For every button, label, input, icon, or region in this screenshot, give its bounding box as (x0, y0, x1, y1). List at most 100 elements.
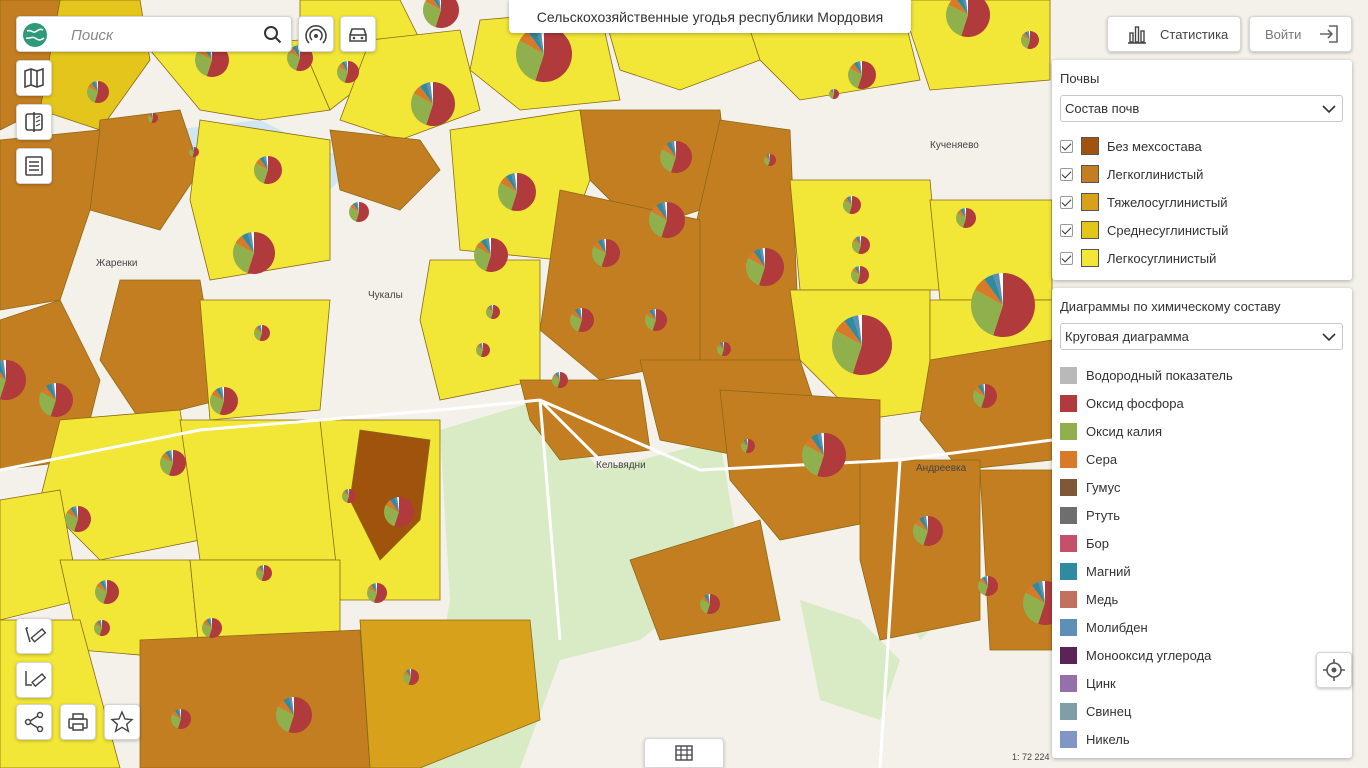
field-polygon[interactable] (419, 259, 541, 401)
favorite-button[interactable] (104, 704, 140, 740)
soil-checkbox[interactable] (1060, 195, 1073, 209)
chemistry-item[interactable]: Сера (1060, 449, 1117, 469)
soil-item[interactable]: Без мехсостава (1060, 136, 1202, 156)
login-button[interactable]: Войти (1249, 16, 1352, 52)
locate-button[interactable] (1316, 652, 1352, 688)
pie-diagram[interactable] (366, 583, 387, 603)
pie-diagram[interactable] (383, 497, 414, 528)
pie-diagram[interactable] (170, 709, 191, 729)
car-button[interactable] (340, 16, 376, 52)
pie-diagram[interactable] (337, 61, 359, 83)
share-button[interactable] (16, 704, 52, 740)
chemistry-item[interactable]: Монооксид углерода (1060, 645, 1211, 665)
pie-diagram[interactable] (829, 89, 839, 99)
chemistry-item[interactable]: Магний (1060, 561, 1131, 581)
pie-diagram[interactable] (1021, 31, 1039, 49)
table-button[interactable] (644, 738, 724, 768)
pie-diagram[interactable] (403, 669, 419, 685)
pie-diagram[interactable] (148, 113, 159, 123)
chemistry-item[interactable]: Оксид фосфора (1060, 393, 1184, 413)
pie-diagram[interactable] (38, 383, 73, 417)
soil-checkbox[interactable] (1060, 251, 1073, 265)
chemistry-item[interactable]: Ртуть (1060, 505, 1120, 525)
pie-diagram[interactable] (474, 238, 508, 272)
search-icon[interactable] (263, 25, 283, 50)
pie-diagram[interactable] (254, 325, 270, 341)
pie-diagram[interactable] (275, 697, 312, 733)
list-button[interactable] (16, 148, 52, 184)
pie-diagram[interactable] (256, 565, 272, 581)
search-input[interactable] (69, 23, 263, 47)
soil-checkbox[interactable] (1060, 223, 1073, 237)
chemistry-item[interactable]: Оксид калия (1060, 421, 1162, 441)
print-button[interactable] (60, 704, 96, 740)
pie-diagram[interactable] (64, 506, 91, 532)
chemistry-item[interactable]: Никель (1060, 729, 1130, 749)
pie-diagram[interactable] (254, 156, 283, 184)
pie-diagram[interactable] (700, 594, 721, 615)
measure-line-button[interactable] (16, 618, 52, 654)
chemistry-item[interactable]: Медь (1060, 589, 1118, 609)
pie-diagram[interactable] (201, 618, 222, 638)
statistics-button[interactable]: Статистика (1107, 16, 1241, 52)
soil-item[interactable]: Тяжелосуглинистый (1060, 192, 1228, 212)
pie-diagram[interactable] (486, 305, 501, 319)
pie-diagram[interactable] (160, 450, 186, 476)
pie-diagram[interactable] (913, 516, 943, 546)
chemistry-item[interactable]: Цинк (1060, 673, 1116, 693)
chemistry-item[interactable]: Свинец (1060, 701, 1131, 721)
layers-compare-button[interactable] (16, 104, 52, 140)
globe-logo-icon[interactable] (21, 21, 49, 49)
soil-item[interactable]: Среднесуглинистый (1060, 220, 1228, 240)
pie-diagram[interactable] (341, 489, 356, 503)
pie-diagram[interactable] (973, 383, 998, 408)
pie-diagram[interactable] (349, 202, 370, 222)
pie-diagram[interactable] (852, 236, 870, 255)
pie-diagram[interactable] (475, 343, 491, 358)
soil-checkbox[interactable] (1060, 139, 1073, 153)
pie-diagram[interactable] (802, 433, 846, 477)
pie-diagram[interactable] (649, 202, 686, 239)
pie-diagram[interactable] (189, 147, 199, 157)
measure-area-button[interactable] (16, 662, 52, 698)
chemistry-item[interactable]: Водородный показатель (1060, 365, 1233, 385)
soil-checkbox[interactable] (1060, 167, 1073, 181)
chemistry-item[interactable]: Молибден (1060, 617, 1148, 637)
pie-diagram[interactable] (94, 580, 120, 604)
pie-diagram[interactable] (746, 247, 785, 287)
pie-diagram[interactable] (764, 154, 777, 166)
field-polygon[interactable] (859, 459, 981, 641)
pie-diagram[interactable] (497, 173, 536, 211)
pie-diagram[interactable] (570, 308, 594, 333)
pie-diagram[interactable] (956, 207, 977, 229)
signal-button[interactable] (298, 16, 334, 52)
map-button[interactable] (16, 60, 52, 96)
soils-select[interactable]: Состав почв (1060, 95, 1343, 122)
pie-diagram[interactable] (831, 315, 893, 376)
pie-diagram[interactable] (842, 196, 862, 215)
field-polygon[interactable] (179, 419, 341, 561)
pie-diagram[interactable] (86, 81, 109, 103)
pie-diagram[interactable] (411, 82, 455, 126)
pie-diagram[interactable] (978, 576, 998, 597)
pie-diagram[interactable] (516, 26, 572, 82)
soil-label: Среднесуглинистый (1107, 222, 1229, 238)
chemistry-item[interactable]: Бор (1060, 533, 1109, 553)
pie-diagram[interactable] (232, 232, 275, 274)
pie-diagram[interactable] (741, 439, 755, 453)
chart-type-select[interactable]: Круговая диаграмма (1060, 323, 1343, 350)
pie-diagram[interactable] (592, 239, 621, 268)
soil-item[interactable]: Легкоглинистый (1060, 164, 1203, 184)
pie-diagram[interactable] (850, 266, 869, 284)
pie-diagram[interactable] (971, 273, 1035, 337)
chemistry-item[interactable]: Гумус (1060, 477, 1120, 497)
pie-diagram[interactable] (210, 387, 239, 415)
pie-diagram[interactable] (847, 61, 877, 90)
pie-diagram[interactable] (716, 342, 731, 356)
pie-diagram[interactable] (94, 619, 110, 636)
pie-diagram[interactable] (645, 309, 668, 332)
soil-item[interactable]: Легкосуглинистый (1060, 248, 1216, 268)
pie-diagram[interactable] (552, 372, 568, 388)
field-polygon[interactable] (139, 629, 371, 768)
pie-diagram[interactable] (659, 141, 693, 173)
